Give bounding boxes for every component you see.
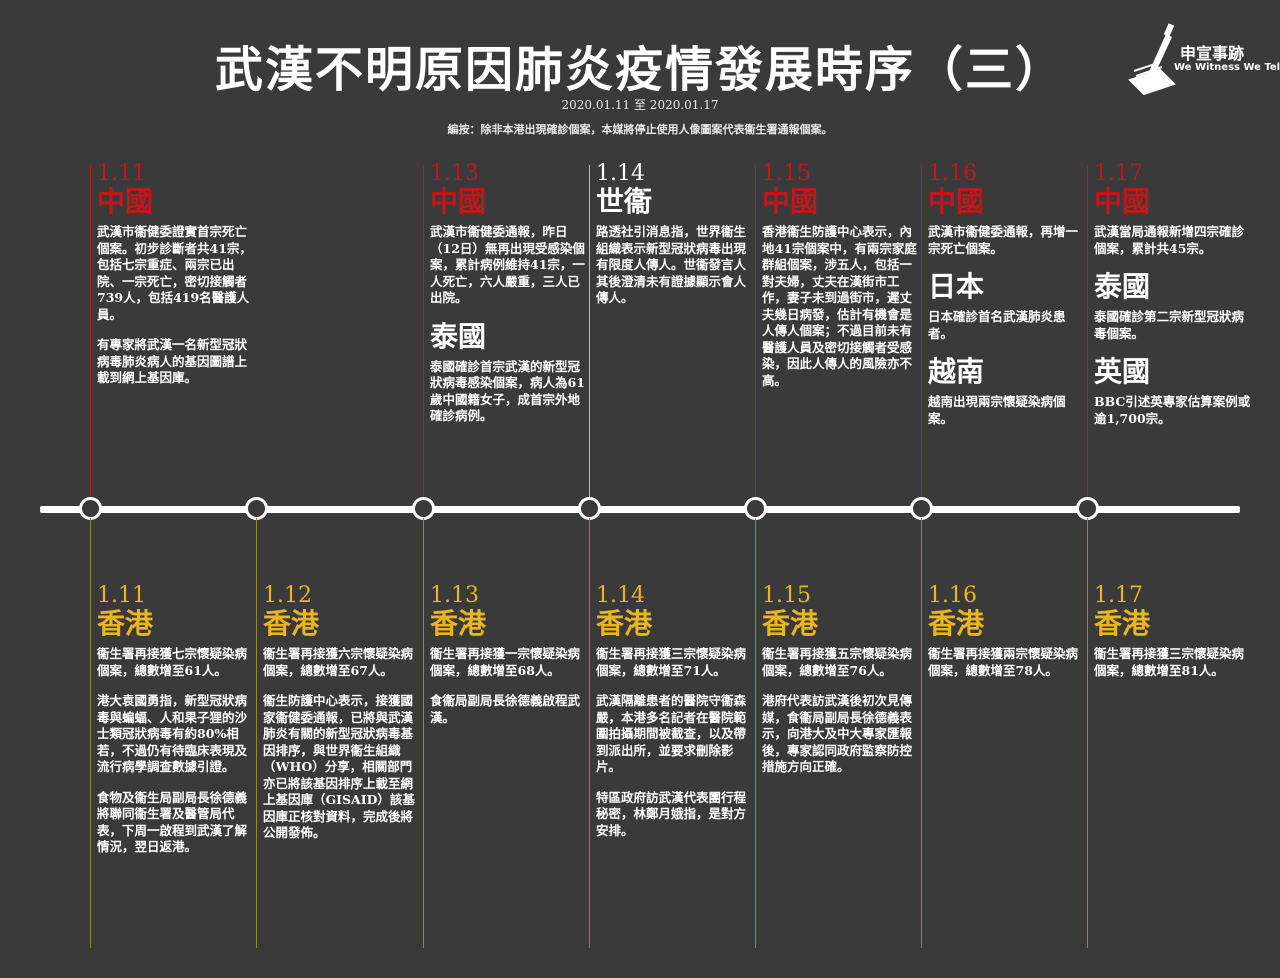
event-text: 食衞局副局長徐德義啟程武漢。	[430, 693, 581, 725]
event-date: 1.11	[97, 583, 146, 608]
event-text: 港大袁國勇指，新型冠狀病毒與蝙蝠、人和果子狸的沙士類冠狀病毒有約80%相若，不過…	[97, 693, 248, 774]
event-region: 香港	[596, 607, 653, 640]
event-text: 特區政府訪武漢代表團行程秘密，林鄭月娥指，是對方安排。	[596, 789, 747, 838]
connector-line	[755, 518, 756, 948]
connector-line	[90, 518, 91, 948]
top-event-column: 1.11 中國武漢市衞健委證實首宗死亡個案。初步診斷者共41宗，包括七宗重症、兩宗…	[97, 162, 255, 401]
event-text: 衞生署再接獲五宗懷疑染病個案，總數增至76人。	[762, 646, 913, 678]
timeline-node	[578, 497, 601, 520]
event-date: 1.15	[762, 161, 811, 186]
event-date: 1.14	[596, 161, 645, 186]
connector-line	[921, 518, 922, 948]
event-region: 中國	[430, 185, 487, 218]
timeline-node	[744, 497, 767, 520]
connector-line	[755, 165, 756, 497]
event-date: 1.17	[1094, 583, 1143, 608]
event-text: 衞生署再接獲七宗懷疑染病個案，總數增至61人。	[97, 646, 248, 678]
timeline-node	[412, 497, 435, 520]
event-text: 衞生署再接獲三宗懷疑染病個案，總數增至71人。	[596, 646, 747, 678]
event-text: 衞生署再接獲兩宗懷疑染病個案，總數增至78人。	[928, 646, 1079, 678]
bottom-event-column: 1.11 香港衞生署再接獲七宗懷疑染病個案，總數增至61人。港大袁國勇指，新型冠狀…	[97, 584, 255, 870]
bottom-event-column: 1.12 香港衞生署再接獲六宗懷疑染病個案，總數增至67人。衞生防護中心表示，接獲…	[263, 584, 421, 856]
brand-name-en: We Witness We Tell	[1174, 62, 1280, 73]
event-region: 香港	[1094, 607, 1151, 640]
event-region: 日本	[928, 270, 985, 303]
event-text: 港府代表訪武漢後初次見傳媒，食衞局副局長徐德義表示，向港大及中大專家匯報後，專家…	[762, 693, 913, 774]
event-region: 泰國	[1094, 270, 1151, 303]
event-region: 中國	[1094, 185, 1151, 218]
event-text: 武漢隔離患者的醫院守衞森嚴，本港多名記者在醫院範圍拍攝期間被截查，以及帶到派出所…	[596, 693, 747, 774]
page-title: 武漢不明原因肺炎疫情發展時序（三）	[214, 42, 1065, 98]
bottom-event-column: 1.17 香港衞生署再接獲三宗懷疑染病個案，總數增至81人。	[1094, 584, 1252, 693]
top-event-column: 1.13 中國武漢市衞健委通報，昨日（12日）無再出現受感染個案，累計病例維持41…	[430, 162, 588, 439]
event-date: 1.17	[1094, 161, 1143, 186]
timeline-bar	[40, 506, 1240, 513]
event-date: 1.12	[263, 583, 312, 608]
event-text: 食物及衞生局副局長徐德義將聯同衞生署及醫管局代表，下周一啟程到武漢了解情況，翌日…	[97, 789, 248, 855]
event-region: 泰國	[430, 319, 487, 353]
timeline-node	[245, 497, 268, 520]
connector-line	[1087, 165, 1088, 497]
event-text: 武漢市衞健委證實首宗死亡個案。初步診斷者共41宗，包括七宗重症、兩宗已出院、一宗…	[97, 224, 252, 322]
connector-line	[90, 165, 91, 497]
top-event-column: 1.16 中國武漢市衞健委通報，再增一宗死亡個案。 日本日本確診首名武漢肺炎患者。越…	[928, 162, 1086, 441]
event-text: 泰國確診首宗武漢的新型冠狀病毒感染個案，病人為61歲中國籍女子，成首宗外地確診病…	[430, 358, 585, 424]
bottom-event-column: 1.13 香港衞生署再接獲一宗懷疑染病個案，總數增至68人。 食衞局副局長徐德義啟程…	[430, 584, 588, 740]
top-event-column: 1.14 世衞路透社引消息指，世界衞生組織表示新型冠狀病毒出現有限度人傳人。世衞發…	[596, 162, 754, 321]
event-region: 世衞	[596, 185, 653, 218]
event-text: 香港衞生防護中心表示，內地41宗個案中，有兩宗家庭群組個案，涉五人，包括一對夫婦…	[762, 224, 917, 388]
event-text: 武漢當局通報新增四宗確診個案，累計共45宗。	[1094, 224, 1245, 256]
event-text: 武漢市衞健委通報，再增一宗死亡個案。	[928, 224, 1079, 256]
event-text: 日本確診首名武漢肺炎患者。	[928, 309, 1066, 341]
connector-line	[589, 518, 590, 948]
connector-line	[423, 165, 424, 497]
event-region: 英國	[1094, 355, 1151, 388]
top-event-column: 1.15 中國香港衞生防護中心表示，內地41宗個案中，有兩宗家庭群組個案，涉五人，…	[762, 162, 920, 403]
event-region: 香港	[928, 607, 985, 640]
event-date: 1.15	[762, 583, 811, 608]
event-date: 1.13	[430, 583, 479, 608]
event-region: 中國	[762, 185, 819, 218]
date-range: 2020.01.11 至 2020.01.17	[561, 98, 719, 112]
event-region: 香港	[97, 607, 154, 640]
event-text: 衞生署再接獲一宗懷疑染病個案，總數增至68人。	[430, 646, 581, 678]
event-region: 香港	[263, 607, 320, 640]
connector-line	[423, 518, 424, 948]
event-date: 1.13	[430, 161, 479, 186]
pen-writing-paper-icon	[1128, 23, 1176, 96]
bottom-event-column: 1.15 香港衞生署再接獲五宗懷疑染病個案，總數增至76人。港府代表訪武漢後初次見…	[762, 584, 920, 790]
event-text: 衞生署再接獲六宗懷疑染病個案，總數增至67人。	[263, 646, 414, 678]
event-text: 路透社引消息指，世界衞生組織表示新型冠狀病毒出現有限度人傳人。世衞發言人其後澄清…	[596, 224, 747, 305]
timeline-node	[79, 497, 102, 520]
bottom-event-column: 1.16 香港衞生署再接獲兩宗懷疑染病個案，總數增至78人。	[928, 584, 1086, 693]
connector-line	[1087, 518, 1088, 948]
event-text: 衞生防護中心表示，接獲國家衞健委通報，已將與武漢肺炎有關的新型冠狀病毒基因排序，…	[263, 693, 415, 840]
event-region: 香港	[430, 607, 487, 640]
connector-line	[589, 165, 590, 497]
event-text: 越南出現兩宗懷疑染病個案。	[928, 394, 1066, 426]
event-date: 1.16	[928, 161, 977, 186]
timeline-node	[1076, 497, 1099, 520]
event-text: 有專家將武漢一名新型冠狀病毒肺炎病人的基因圖譜上載到網上基因庫。	[97, 337, 248, 385]
event-region: 越南	[928, 355, 985, 388]
brand-name-cn: 申宣事跡	[1180, 44, 1245, 63]
event-text: 泰國確診第二宗新型冠狀病毒個案。	[1094, 309, 1245, 341]
event-text: BBC引述英專家估算案例或逾1,700宗。	[1094, 394, 1251, 426]
event-date: 1.14	[596, 583, 645, 608]
editor-note: 編按：除非本港出現確診個案，本媒將停止使用人像圖案代表衞生署通報個案。	[447, 123, 833, 136]
event-region: 香港	[762, 607, 819, 640]
event-region: 中國	[928, 185, 985, 218]
event-date: 1.11	[97, 161, 146, 186]
event-text: 衞生署再接獲三宗懷疑染病個案，總數增至81人。	[1094, 646, 1245, 678]
event-text: 武漢市衞健委通報，昨日（12日）無再出現受感染個案，累計病例維持41宗，一人死亡…	[430, 224, 585, 305]
top-event-column: 1.17 中國武漢當局通報新增四宗確診個案，累計共45宗。 泰國泰國確診第二宗新型冠…	[1094, 162, 1252, 441]
connector-line	[921, 165, 922, 497]
event-region: 中國	[97, 185, 154, 218]
brand-logo: 申宣事跡 We Witness We Tell	[1122, 18, 1280, 108]
bottom-event-column: 1.14 香港衞生署再接獲三宗懷疑染病個案，總數增至71人。武漢隔離患者的醫院守衞…	[596, 584, 754, 853]
event-date: 1.16	[928, 583, 977, 608]
timeline-node	[910, 497, 933, 520]
connector-line	[256, 518, 257, 948]
